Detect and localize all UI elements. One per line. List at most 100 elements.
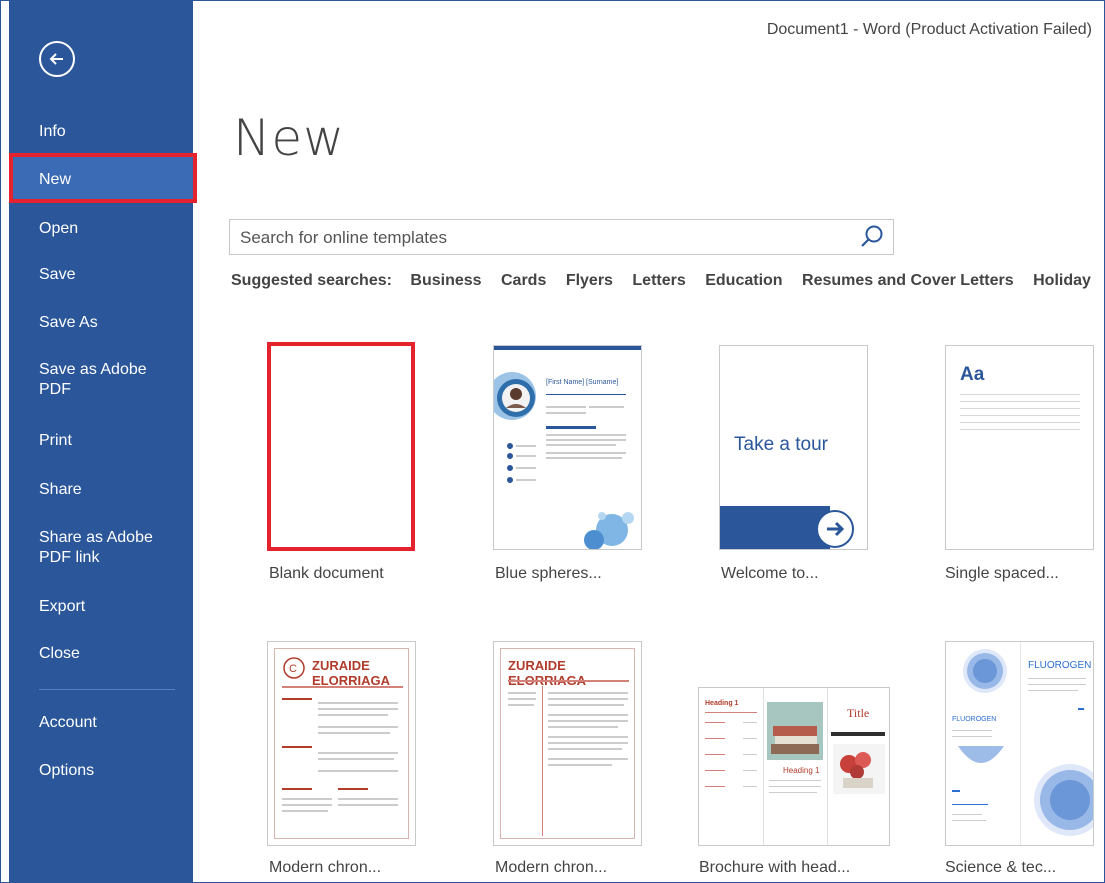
template-thumbnail[interactable] [267, 342, 415, 551]
nav-label: Share [39, 481, 82, 498]
text-line [743, 770, 757, 771]
text-line [282, 798, 332, 800]
nav-print[interactable]: Print [9, 431, 193, 471]
divider [282, 686, 403, 688]
section-bar [282, 788, 312, 790]
nav-share-adobe-pdf-link[interactable]: Share as Adobe PDF link [9, 528, 193, 574]
template-thumbnail[interactable]: ZURAIDE ELORRIAGA [493, 641, 642, 846]
suggested-link-cards[interactable]: Cards [501, 272, 546, 289]
text-line [338, 798, 398, 800]
title-text: Title [847, 706, 870, 720]
science-sphere-top [963, 649, 1007, 693]
rule-line [960, 422, 1080, 423]
text-line [318, 726, 398, 728]
rule-line [960, 394, 1080, 395]
template-label: Modern chron... [495, 859, 608, 876]
rule-line [960, 429, 1080, 430]
divider [508, 680, 629, 682]
nav-label: Save [39, 266, 76, 283]
nav-share[interactable]: Share [9, 480, 193, 520]
search-icon[interactable] [859, 224, 885, 250]
text-line [952, 804, 988, 805]
template-label: Brochure with head... [699, 859, 851, 876]
text-line [548, 748, 622, 750]
fluorogen-text: FLUOROGEN [1028, 660, 1092, 671]
aa-text: Aa [960, 364, 985, 385]
nav-options[interactable]: Options [9, 761, 193, 801]
word-backstage-window: Info New Open Save Save As Save as Adobe… [0, 0, 1105, 883]
suggested-link-letters[interactable]: Letters [632, 272, 685, 289]
nav-label: Close [39, 645, 80, 662]
text-line [952, 814, 982, 815]
resume-name: ZURAIDE ELORRIAGA [312, 658, 390, 688]
template-label: Blank document [269, 565, 384, 582]
brochure-photo-books [767, 702, 823, 760]
heading-text: Heading 1 [705, 700, 739, 707]
nav-save[interactable]: Save [9, 265, 193, 305]
suggested-searches: Suggested searches: Business Cards Flyer… [231, 272, 1091, 290]
tour-bar [720, 506, 830, 549]
nav-label: Export [39, 598, 86, 615]
column-divider [542, 686, 543, 836]
text-line [548, 764, 612, 766]
back-button[interactable] [39, 41, 75, 77]
template-label: Blue spheres... [495, 565, 602, 582]
text-line [548, 720, 628, 722]
text-line [743, 786, 757, 787]
nav-open[interactable]: Open [9, 219, 193, 259]
template-thumbnail[interactable]: Aa [945, 345, 1094, 550]
nav-label: Open [39, 220, 79, 237]
nav-save-as-adobe-pdf[interactable]: Save as Adobe PDF [9, 360, 193, 406]
nav-close[interactable]: Close [9, 644, 193, 684]
text-line [705, 722, 725, 723]
suggested-link-flyers[interactable]: Flyers [566, 272, 613, 289]
resume-monogram-icon: C [283, 657, 305, 679]
text-line [705, 712, 757, 713]
nav-label: Info [39, 123, 66, 140]
section-bar [338, 788, 368, 790]
suggested-link-resumes[interactable]: Resumes and Cover Letters [802, 272, 1014, 289]
text-line [1028, 678, 1086, 679]
resume-name: ZURAIDE ELORRIAGA [508, 658, 586, 688]
text-line [548, 704, 624, 706]
text-line [769, 786, 821, 787]
suggested-link-holiday[interactable]: Holiday [1033, 272, 1091, 289]
text-line [548, 736, 628, 738]
template-thumbnail[interactable]: [First Name] [Surname] [493, 345, 642, 550]
text-line [508, 692, 536, 694]
backstage-sidebar: Info New Open Save Save As Save as Adobe… [9, 1, 197, 882]
template-thumbnail[interactable]: Heading 1 Heading 1 Title [698, 687, 890, 846]
template-thumbnail[interactable]: Take a tour [719, 345, 868, 550]
template-label: Single spaced... [945, 565, 1059, 582]
suggested-link-business[interactable]: Business [410, 272, 481, 289]
text-line [318, 708, 398, 710]
text-line [548, 698, 628, 700]
suggested-link-education[interactable]: Education [705, 272, 782, 289]
nav-account[interactable]: Account [9, 713, 193, 753]
template-label: Modern chron... [269, 859, 382, 876]
text-line [705, 738, 725, 739]
text-line [318, 758, 394, 760]
section-bar [282, 746, 312, 748]
nav-label: Share as Adobe PDF link [39, 529, 153, 566]
template-thumbnail[interactable]: FLUOROGEN FLUOROGEN [945, 641, 1094, 846]
text-line [548, 758, 628, 760]
nav-export[interactable]: Export [9, 597, 193, 637]
template-search-input[interactable] [238, 220, 842, 256]
text-line [282, 810, 328, 812]
nav-label: Save as Adobe PDF [39, 361, 147, 398]
fluorogen-text: FLUOROGEN [952, 716, 997, 723]
text-line [743, 722, 757, 723]
text-line [548, 742, 628, 744]
nav-save-as[interactable]: Save As [9, 313, 193, 353]
text-line [952, 730, 992, 731]
nav-label: Options [39, 762, 95, 779]
nav-label: Account [39, 714, 97, 731]
brochure-photo-flowers [833, 744, 885, 794]
nav-new[interactable]: New [9, 153, 197, 203]
blue-spheres-preview: [First Name] [Surname] [494, 346, 641, 549]
template-label: Welcome to... [721, 565, 819, 582]
text-line [508, 704, 534, 706]
template-thumbnail[interactable]: C ZURAIDE ELORRIAGA [267, 641, 416, 846]
tour-arrow-icon [816, 510, 854, 548]
